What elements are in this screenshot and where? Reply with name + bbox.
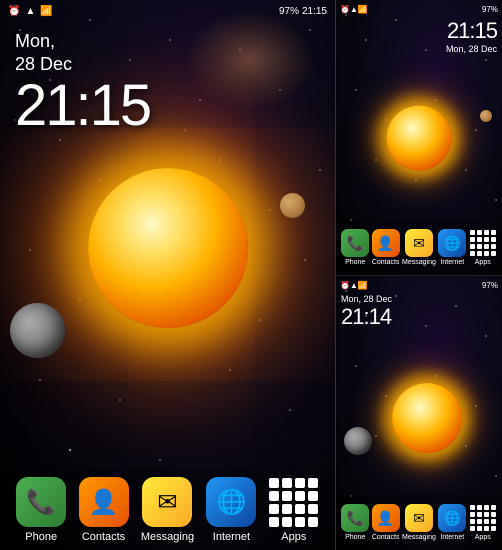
panel-top-dock-internet[interactable]: 🌐 Internet: [438, 229, 466, 266]
panel-bottom-clock: Mon, 28 Dec 21:14: [341, 294, 392, 330]
date-line2: 28 Dec: [15, 54, 72, 74]
apps-icon[interactable]: [269, 477, 319, 527]
panel-top-battery: 97%: [482, 5, 498, 14]
panel-b-internet-icon[interactable]: 🌐: [438, 504, 466, 532]
panel-bottom-dock-internet[interactable]: 🌐 Internet: [438, 504, 466, 541]
panel-messaging-icon[interactable]: ✉: [405, 229, 433, 257]
panel-internet-label: Internet: [440, 259, 464, 266]
panel-b-contacts-icon[interactable]: 👤: [372, 504, 400, 532]
panel-top-planet: [480, 110, 492, 122]
panel-top-sun: [387, 105, 452, 170]
panel-b-apps-label: Apps: [475, 534, 491, 541]
alarm-icon: ⏰: [8, 6, 20, 17]
clock-area: Mon, 28 Dec 21:15: [15, 30, 150, 135]
status-clock: 21:15: [302, 6, 327, 17]
panel-b-phone-label: Phone: [345, 534, 365, 541]
dock-item-contacts[interactable]: 👤 Contacts: [79, 477, 129, 543]
panel-bottom-status-left: ⏰▲📶: [340, 281, 368, 290]
panel-top-time: 21:15: [446, 18, 497, 44]
messaging-label: Messaging: [141, 531, 194, 543]
bottom-dock: 📞 Phone 👤 Contacts ✉ Messaging 🌐 Interne…: [0, 470, 335, 550]
panel-top-dock-contacts[interactable]: 👤 Contacts: [372, 229, 400, 266]
nebula-decoration: [185, 10, 315, 110]
panel-b-messaging-label: Messaging: [402, 534, 436, 541]
date-line1: Mon,: [15, 31, 55, 51]
dock-item-internet[interactable]: 🌐 Internet: [206, 477, 256, 543]
sun-main: [88, 168, 248, 328]
panel-bottom-time: 21:14: [341, 304, 392, 330]
panel-apps-grid: [470, 230, 496, 256]
panel-internet-icon[interactable]: 🌐: [438, 229, 466, 257]
status-right: 97% 21:15: [279, 6, 327, 17]
panel-bottom-sun: [392, 383, 462, 453]
panel-top-dock-messaging[interactable]: ✉ Messaging: [402, 229, 436, 266]
panel-top-status-left: ⏰▲📶: [340, 5, 368, 14]
panel-bottom-battery: 97%: [482, 281, 498, 290]
panel-top-dock-phone[interactable]: 📞 Phone: [341, 229, 369, 266]
contacts-label: Contacts: [82, 531, 125, 543]
apps-label: Apps: [281, 531, 306, 543]
status-bar: ⏰ ▲ 📶 97% 21:15: [0, 0, 335, 22]
panel-bottom-dock: 📞 Phone 👤 Contacts ✉ Messaging 🌐 Interne…: [336, 495, 502, 550]
planet-decoration: [280, 193, 305, 218]
panel-b-contacts-label: Contacts: [372, 534, 400, 541]
panel-bottom-dock-phone[interactable]: 📞 Phone: [341, 504, 369, 541]
apps-grid: [269, 478, 318, 527]
status-left: ⏰ ▲ 📶: [8, 6, 53, 17]
panel-bottom-date: Mon, 28 Dec: [341, 294, 392, 304]
signal-icon: 📶: [40, 6, 52, 17]
panel-apps-icon[interactable]: [469, 229, 497, 257]
contacts-icon[interactable]: 👤: [79, 477, 129, 527]
panel-phone-icon[interactable]: 📞: [341, 229, 369, 257]
phone-label: Phone: [25, 531, 57, 543]
panel-phone-label: Phone: [345, 259, 365, 266]
panel-b-phone-icon[interactable]: 📞: [341, 504, 369, 532]
panel-top: ⏰▲📶 97% 21:15 Mon, 28 Dec 📞 Phone 👤 Cont…: [335, 0, 502, 275]
internet-label: Internet: [213, 531, 250, 543]
panel-top-dock-apps[interactable]: Apps: [469, 229, 497, 266]
panel-top-clock: 21:15 Mon, 28 Dec: [446, 18, 497, 54]
moon-decoration: [10, 303, 65, 358]
panel-bottom: ⏰▲📶 97% Mon, 28 Dec 21:14 📞 Phone 👤 Cont…: [335, 275, 502, 550]
battery-level: 97%: [279, 6, 299, 17]
panel-bottom-status: ⏰▲📶 97%: [336, 276, 502, 294]
panel-bottom-dock-contacts[interactable]: 👤 Contacts: [372, 504, 400, 541]
dock-item-phone[interactable]: 📞 Phone: [16, 477, 66, 543]
messaging-icon[interactable]: ✉: [142, 477, 192, 527]
panel-b-apps-icon[interactable]: [469, 504, 497, 532]
panel-b-messaging-icon[interactable]: ✉: [405, 504, 433, 532]
panel-bottom-moon: [344, 427, 372, 455]
panel-bottom-dock-messaging[interactable]: ✉ Messaging: [402, 504, 436, 541]
panel-contacts-label: Contacts: [372, 259, 400, 266]
panel-b-apps-grid: [470, 505, 496, 531]
panel-top-status: ⏰▲📶 97%: [336, 0, 502, 18]
panel-apps-label: Apps: [475, 259, 491, 266]
panel-top-status-right: 97%: [482, 5, 498, 14]
wifi-icon: ▲: [25, 6, 35, 17]
panel-b-internet-label: Internet: [440, 534, 464, 541]
panel-top-date: Mon, 28 Dec: [446, 44, 497, 54]
dock-item-apps[interactable]: Apps: [269, 477, 319, 543]
panel-bottom-status-right: 97%: [482, 281, 498, 290]
vertical-divider: [335, 0, 336, 550]
panel-contacts-icon[interactable]: 👤: [372, 229, 400, 257]
internet-icon[interactable]: 🌐: [206, 477, 256, 527]
clock-date: Mon, 28 Dec: [15, 30, 150, 77]
dock-item-messaging[interactable]: ✉ Messaging: [141, 477, 194, 543]
clock-time: 21:15: [15, 77, 150, 135]
main-screen: ⏰ ▲ 📶 97% 21:15 Mon, 28 Dec 21:15 📞 Phon…: [0, 0, 335, 550]
right-panels: ⏰▲📶 97% 21:15 Mon, 28 Dec 📞 Phone 👤 Cont…: [335, 0, 502, 550]
panel-top-dock: 📞 Phone 👤 Contacts ✉ Messaging 🌐 Interne…: [336, 220, 502, 275]
phone-icon[interactable]: 📞: [16, 477, 66, 527]
panel-bottom-dock-apps[interactable]: Apps: [469, 504, 497, 541]
panel-messaging-label: Messaging: [402, 259, 436, 266]
